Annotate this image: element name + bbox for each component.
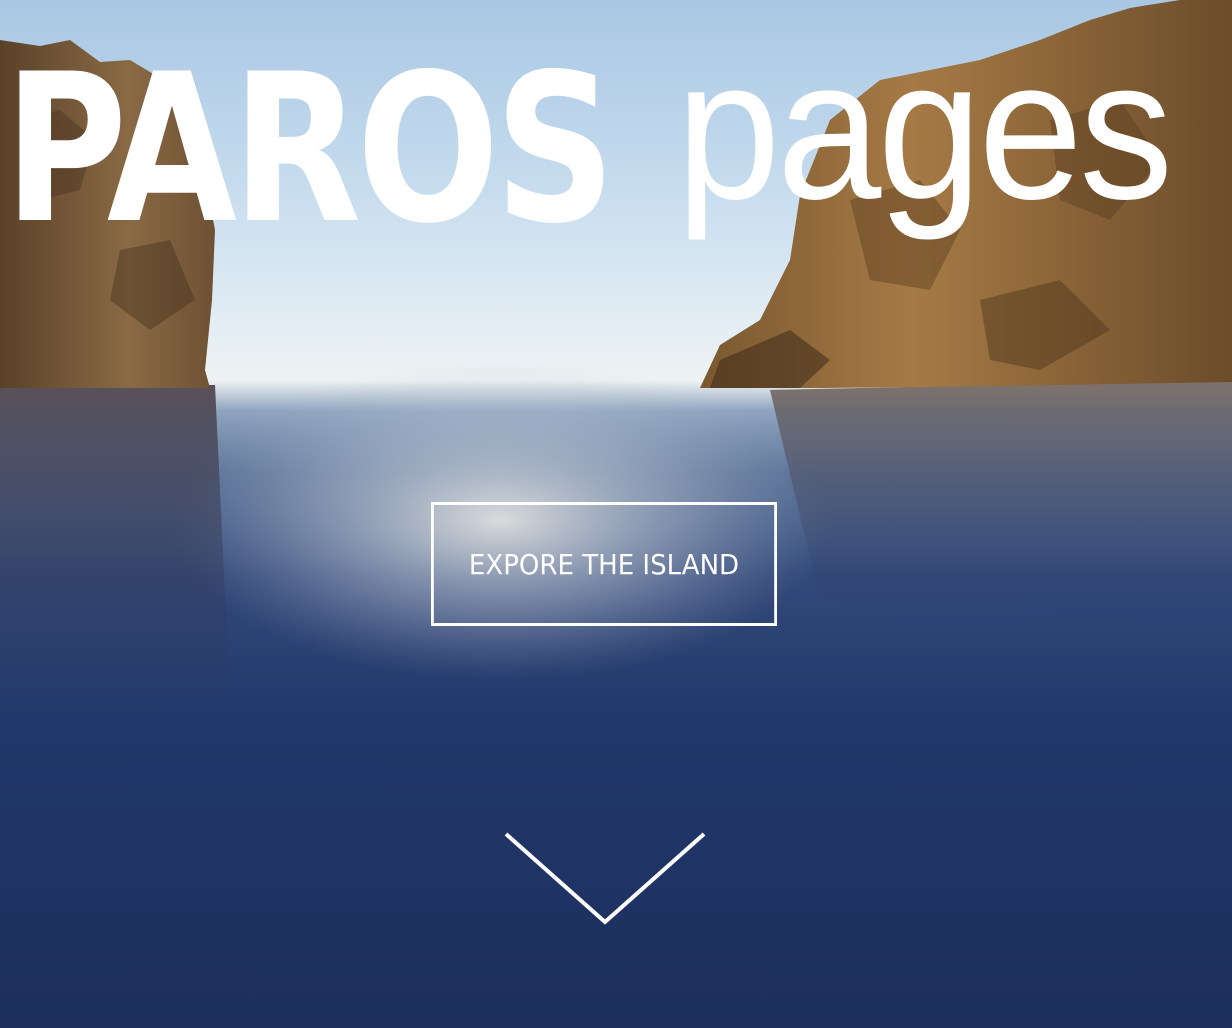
- hero-section: PAROS pages EXPORE THE ISLAND: [0, 0, 1232, 1028]
- chevron-down-icon[interactable]: [500, 826, 710, 930]
- logo-bold-text: PAROS: [4, 31, 616, 269]
- logo-light-text: pages: [676, 18, 1173, 241]
- explore-island-button[interactable]: EXPORE THE ISLAND: [431, 502, 777, 626]
- site-logo[interactable]: PAROS pages: [0, 20, 1232, 269]
